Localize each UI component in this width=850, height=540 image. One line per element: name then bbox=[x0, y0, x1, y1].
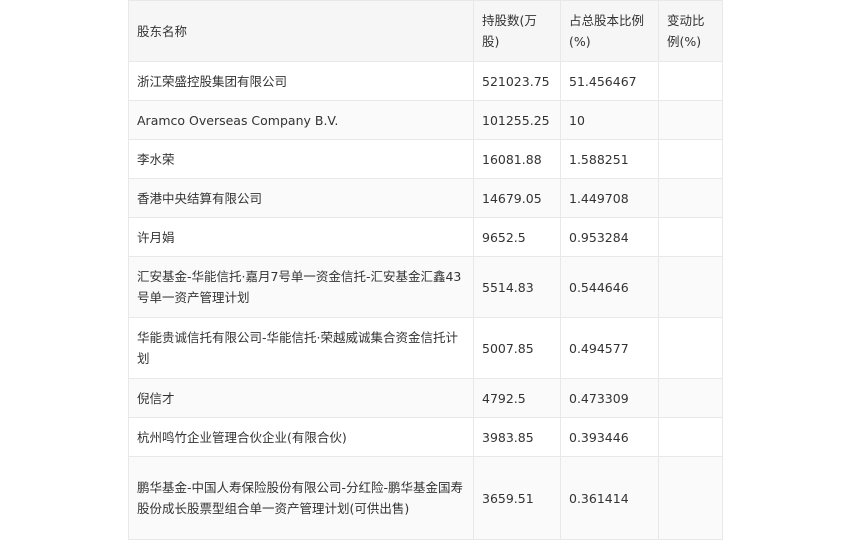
change-cell bbox=[658, 217, 723, 257]
header-ratio: 占总股本比例(%) bbox=[560, 0, 659, 62]
change-cell bbox=[658, 100, 723, 140]
ratio-cell: 0.494577 bbox=[560, 317, 659, 379]
change-cell bbox=[658, 317, 723, 379]
ratio-cell: 0.393446 bbox=[560, 417, 659, 457]
change-cell bbox=[658, 139, 723, 179]
table-header-row: 股东名称 持股数(万股) 占总股本比例(%) 变动比例(%) bbox=[128, 0, 723, 62]
shareholder-table-container: 股东名称 持股数(万股) 占总股本比例(%) 变动比例(%) 浙江荣盛控股集团有… bbox=[128, 0, 723, 540]
table-row: 倪信才 4792.5 0.473309 bbox=[128, 378, 723, 418]
shares-cell: 9652.5 bbox=[473, 217, 561, 257]
table-row: 鹏华基金-中国人寿保险股份有限公司-分红险-鹏华基金国寿股份成长股票型组合单一资… bbox=[128, 456, 723, 540]
table-row: Aramco Overseas Company B.V. 101255.25 1… bbox=[128, 100, 723, 140]
table-row: 李水荣 16081.88 1.588251 bbox=[128, 139, 723, 179]
shares-cell: 3659.51 bbox=[473, 456, 561, 540]
change-cell bbox=[658, 456, 723, 540]
ratio-cell: 10 bbox=[560, 100, 659, 140]
shareholder-name-cell: 李水荣 bbox=[128, 139, 474, 179]
shares-cell: 16081.88 bbox=[473, 139, 561, 179]
shares-cell: 5007.85 bbox=[473, 317, 561, 379]
shareholder-name-cell: 浙江荣盛控股集团有限公司 bbox=[128, 61, 474, 101]
table-row: 华能贵诚信托有限公司-华能信托·荣越威诚集合资金信托计划 5007.85 0.4… bbox=[128, 317, 723, 379]
header-shareholder-name: 股东名称 bbox=[128, 0, 474, 62]
shareholder-name-cell: 汇安基金-华能信托·嘉月7号单一资金信托-汇安基金汇鑫43号单一资产管理计划 bbox=[128, 256, 474, 318]
shares-cell: 5514.83 bbox=[473, 256, 561, 318]
header-shares: 持股数(万股) bbox=[473, 0, 561, 62]
change-cell bbox=[658, 61, 723, 101]
table-row: 汇安基金-华能信托·嘉月7号单一资金信托-汇安基金汇鑫43号单一资产管理计划 5… bbox=[128, 256, 723, 318]
shareholder-name-cell: 香港中央结算有限公司 bbox=[128, 178, 474, 218]
ratio-cell: 0.544646 bbox=[560, 256, 659, 318]
shares-cell: 521023.75 bbox=[473, 61, 561, 101]
header-change: 变动比例(%) bbox=[658, 0, 723, 62]
shareholder-name-cell: 鹏华基金-中国人寿保险股份有限公司-分红险-鹏华基金国寿股份成长股票型组合单一资… bbox=[128, 456, 474, 540]
shares-cell: 14679.05 bbox=[473, 178, 561, 218]
ratio-cell: 1.449708 bbox=[560, 178, 659, 218]
shareholder-name-cell: Aramco Overseas Company B.V. bbox=[128, 100, 474, 140]
table-row: 杭州鸣竹企业管理合伙企业(有限合伙) 3983.85 0.393446 bbox=[128, 417, 723, 457]
shareholder-name-cell: 杭州鸣竹企业管理合伙企业(有限合伙) bbox=[128, 417, 474, 457]
ratio-cell: 1.588251 bbox=[560, 139, 659, 179]
shareholder-name-cell: 华能贵诚信托有限公司-华能信托·荣越威诚集合资金信托计划 bbox=[128, 317, 474, 379]
shares-cell: 3983.85 bbox=[473, 417, 561, 457]
change-cell bbox=[658, 256, 723, 318]
table-row: 许月娟 9652.5 0.953284 bbox=[128, 217, 723, 257]
shareholder-table: 股东名称 持股数(万股) 占总股本比例(%) 变动比例(%) 浙江荣盛控股集团有… bbox=[128, 0, 723, 540]
shares-cell: 4792.5 bbox=[473, 378, 561, 418]
ratio-cell: 0.361414 bbox=[560, 456, 659, 540]
ratio-cell: 0.953284 bbox=[560, 217, 659, 257]
table-row: 香港中央结算有限公司 14679.05 1.449708 bbox=[128, 178, 723, 218]
shareholder-name-cell: 许月娟 bbox=[128, 217, 474, 257]
ratio-cell: 0.473309 bbox=[560, 378, 659, 418]
change-cell bbox=[658, 417, 723, 457]
ratio-cell: 51.456467 bbox=[560, 61, 659, 101]
shares-cell: 101255.25 bbox=[473, 100, 561, 140]
table-row: 浙江荣盛控股集团有限公司 521023.75 51.456467 bbox=[128, 61, 723, 101]
shareholder-name-cell: 倪信才 bbox=[128, 378, 474, 418]
change-cell bbox=[658, 178, 723, 218]
change-cell bbox=[658, 378, 723, 418]
